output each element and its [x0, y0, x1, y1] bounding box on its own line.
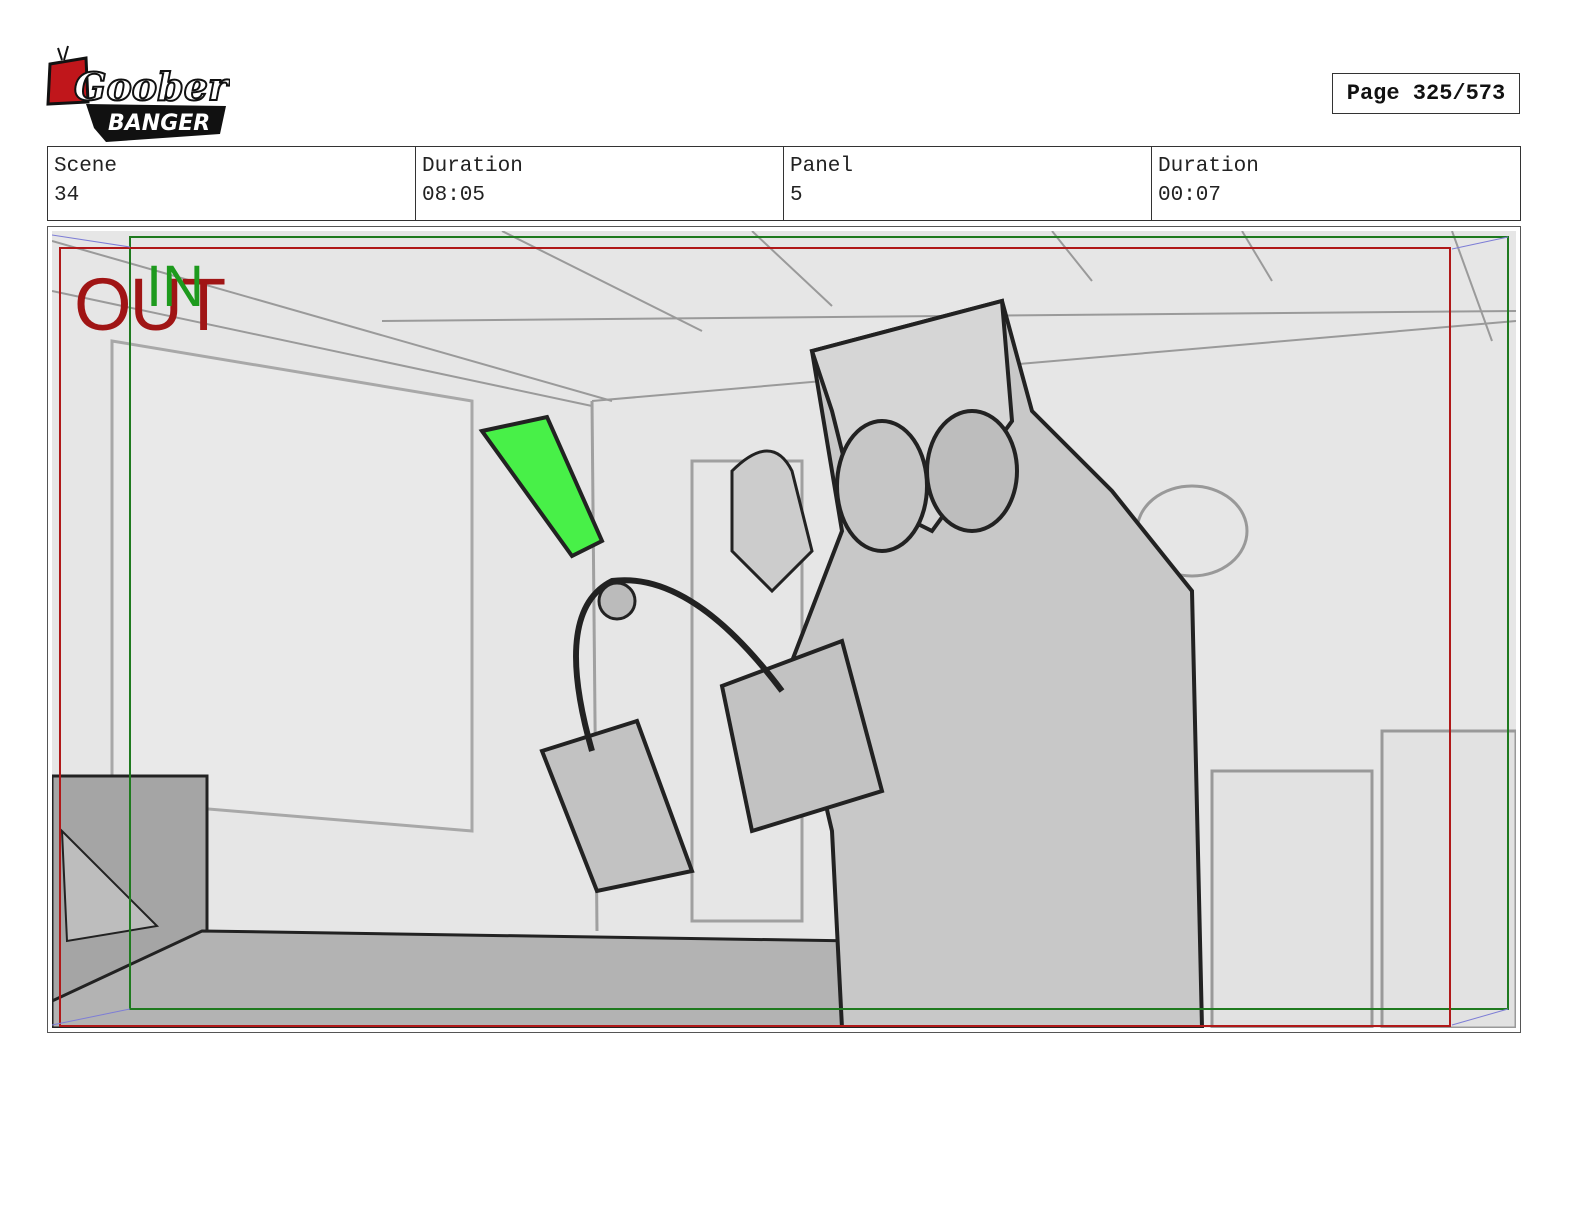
logo-subtitle: BANGER — [108, 111, 210, 136]
logo-title: Goober — [74, 64, 230, 109]
panel-duration-cell: Duration 00:07 — [1152, 147, 1520, 220]
goober-banger-logo: Goober BANGER — [46, 44, 232, 148]
panel-duration-label: Duration — [1158, 155, 1259, 178]
page-number: Page 325/573 — [1332, 73, 1520, 114]
panel-info-table: Scene 34 Duration 08:05 Panel 5 Duration… — [47, 146, 1521, 221]
sketch-illustration — [52, 231, 1516, 1028]
storyboard-panel — [47, 226, 1521, 1033]
logo-graphic: Goober BANGER — [46, 45, 232, 142]
panel-duration-value: 00:07 — [1158, 184, 1222, 207]
panel-label: Panel — [790, 155, 854, 178]
scene-duration-value: 08:05 — [422, 184, 486, 207]
in-frame-label: IN — [146, 254, 204, 319]
scene-duration-label: Duration — [422, 155, 523, 178]
scene-duration-cell: Duration 08:05 — [416, 147, 784, 220]
panel-sketch — [52, 231, 1516, 1028]
panel-cell: Panel 5 — [784, 147, 1152, 220]
scene-label: Scene — [54, 155, 118, 178]
panel-value: 5 — [790, 184, 803, 207]
scene-value: 34 — [54, 184, 80, 207]
scene-cell: Scene 34 — [48, 147, 416, 220]
